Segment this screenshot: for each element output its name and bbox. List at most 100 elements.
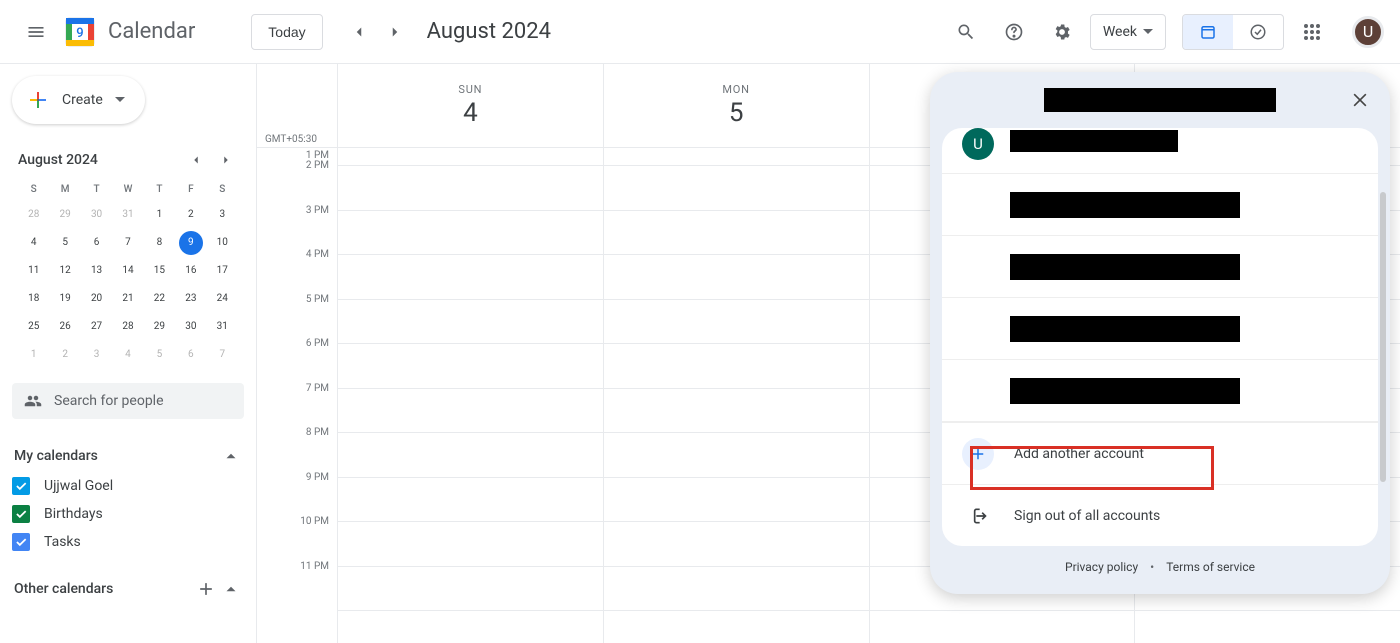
mini-day[interactable]: 15 bbox=[147, 259, 171, 283]
mini-next-month[interactable] bbox=[214, 148, 238, 172]
mini-day[interactable]: 23 bbox=[179, 287, 203, 311]
account-row[interactable] bbox=[942, 236, 1378, 298]
mini-day[interactable]: 4 bbox=[116, 343, 140, 367]
mini-day[interactable]: 30 bbox=[85, 203, 109, 227]
mini-day[interactable]: 17 bbox=[210, 259, 234, 283]
time-slot[interactable] bbox=[338, 389, 603, 434]
apps-button[interactable] bbox=[1292, 12, 1332, 52]
mini-day[interactable]: 9 bbox=[179, 231, 203, 255]
time-slot[interactable] bbox=[604, 166, 869, 211]
time-slot[interactable] bbox=[604, 255, 869, 300]
view-selector[interactable]: Week bbox=[1090, 14, 1166, 50]
mini-day[interactable]: 31 bbox=[210, 315, 234, 339]
mini-day[interactable]: 12 bbox=[53, 259, 77, 283]
search-people-input[interactable]: Search for people bbox=[12, 383, 244, 419]
day-header[interactable]: MON5 bbox=[603, 64, 869, 147]
day-column[interactable] bbox=[337, 148, 603, 643]
time-slot[interactable] bbox=[604, 433, 869, 478]
mini-day[interactable]: 2 bbox=[179, 203, 203, 227]
mini-day[interactable]: 7 bbox=[116, 231, 140, 255]
mini-day[interactable]: 29 bbox=[53, 203, 77, 227]
mini-day[interactable]: 14 bbox=[116, 259, 140, 283]
other-calendars-toggle[interactable]: Other calendars bbox=[12, 575, 244, 603]
calendar-checkbox[interactable] bbox=[12, 505, 30, 523]
account-row[interactable] bbox=[942, 360, 1378, 422]
main-menu-button[interactable] bbox=[16, 12, 56, 52]
time-slot[interactable] bbox=[604, 148, 869, 166]
mini-day[interactable]: 1 bbox=[22, 343, 46, 367]
time-slot[interactable] bbox=[338, 166, 603, 211]
mini-day[interactable]: 8 bbox=[147, 231, 171, 255]
mini-day[interactable]: 5 bbox=[53, 231, 77, 255]
account-avatar[interactable]: U bbox=[1352, 16, 1384, 48]
account-row[interactable] bbox=[942, 298, 1378, 360]
mini-day[interactable]: 16 bbox=[179, 259, 203, 283]
settings-button[interactable] bbox=[1042, 12, 1082, 52]
day-header[interactable]: SUN4 bbox=[337, 64, 603, 147]
mini-day[interactable]: 20 bbox=[85, 287, 109, 311]
time-slot[interactable] bbox=[338, 211, 603, 256]
mini-day[interactable]: 13 bbox=[85, 259, 109, 283]
mini-day[interactable]: 11 bbox=[22, 259, 46, 283]
mini-day[interactable]: 4 bbox=[22, 231, 46, 255]
time-slot[interactable] bbox=[604, 344, 869, 389]
mini-day[interactable]: 31 bbox=[116, 203, 140, 227]
mini-day[interactable]: 10 bbox=[210, 231, 234, 255]
mini-day[interactable]: 28 bbox=[116, 315, 140, 339]
terms-link[interactable]: Terms of service bbox=[1166, 560, 1255, 574]
time-slot[interactable] bbox=[604, 211, 869, 256]
create-button[interactable]: Create bbox=[12, 76, 145, 124]
prev-week-button[interactable] bbox=[343, 16, 375, 48]
mini-day[interactable]: 7 bbox=[210, 343, 234, 367]
popup-close-button[interactable] bbox=[1346, 86, 1374, 114]
mini-day[interactable]: 27 bbox=[85, 315, 109, 339]
time-slot[interactable] bbox=[604, 389, 869, 434]
mini-day[interactable]: 6 bbox=[179, 343, 203, 367]
mini-day[interactable]: 6 bbox=[85, 231, 109, 255]
add-account-button[interactable]: Add another account bbox=[942, 422, 1378, 484]
mini-day[interactable]: 18 bbox=[22, 287, 46, 311]
next-week-button[interactable] bbox=[379, 16, 411, 48]
time-slot[interactable] bbox=[338, 255, 603, 300]
time-slot[interactable] bbox=[338, 433, 603, 478]
time-slot[interactable] bbox=[338, 344, 603, 389]
time-slot[interactable] bbox=[338, 567, 603, 612]
mini-day[interactable]: 1 bbox=[147, 203, 171, 227]
time-slot[interactable] bbox=[604, 300, 869, 345]
mini-day[interactable]: 2 bbox=[53, 343, 77, 367]
account-row[interactable] bbox=[942, 174, 1378, 236]
day-column[interactable] bbox=[603, 148, 869, 643]
my-calendars-toggle[interactable]: My calendars bbox=[12, 443, 244, 469]
mini-day[interactable]: 26 bbox=[53, 315, 77, 339]
mini-day[interactable]: 19 bbox=[53, 287, 77, 311]
calendar-item[interactable]: Birthdays bbox=[12, 505, 244, 523]
mini-prev-month[interactable] bbox=[184, 148, 208, 172]
search-button[interactable] bbox=[946, 12, 986, 52]
time-slot[interactable] bbox=[338, 478, 603, 523]
calendar-checkbox[interactable] bbox=[12, 477, 30, 495]
time-slot[interactable] bbox=[604, 522, 869, 567]
mini-day[interactable]: 30 bbox=[179, 315, 203, 339]
plus-icon[interactable] bbox=[196, 579, 216, 599]
sign-out-button[interactable]: Sign out of all accounts bbox=[942, 484, 1378, 546]
mini-day[interactable]: 3 bbox=[85, 343, 109, 367]
mini-day[interactable]: 3 bbox=[210, 203, 234, 227]
time-slot[interactable] bbox=[338, 522, 603, 567]
mini-day[interactable]: 22 bbox=[147, 287, 171, 311]
mini-day[interactable]: 29 bbox=[147, 315, 171, 339]
support-button[interactable] bbox=[994, 12, 1034, 52]
privacy-link[interactable]: Privacy policy bbox=[1065, 560, 1138, 574]
time-slot[interactable] bbox=[338, 300, 603, 345]
mini-day[interactable]: 28 bbox=[22, 203, 46, 227]
time-slot[interactable] bbox=[604, 567, 869, 612]
calendar-checkbox[interactable] bbox=[12, 533, 30, 551]
mini-day[interactable]: 25 bbox=[22, 315, 46, 339]
today-button[interactable]: Today bbox=[251, 14, 322, 50]
calendar-view-toggle[interactable] bbox=[1183, 15, 1233, 49]
mini-day[interactable]: 24 bbox=[210, 287, 234, 311]
account-row-current[interactable]: U bbox=[942, 128, 1378, 174]
calendar-item[interactable]: Ujjwal Goel bbox=[12, 477, 244, 495]
time-slot[interactable] bbox=[604, 478, 869, 523]
popup-scrollbar[interactable] bbox=[1380, 192, 1386, 482]
calendar-item[interactable]: Tasks bbox=[12, 533, 244, 551]
